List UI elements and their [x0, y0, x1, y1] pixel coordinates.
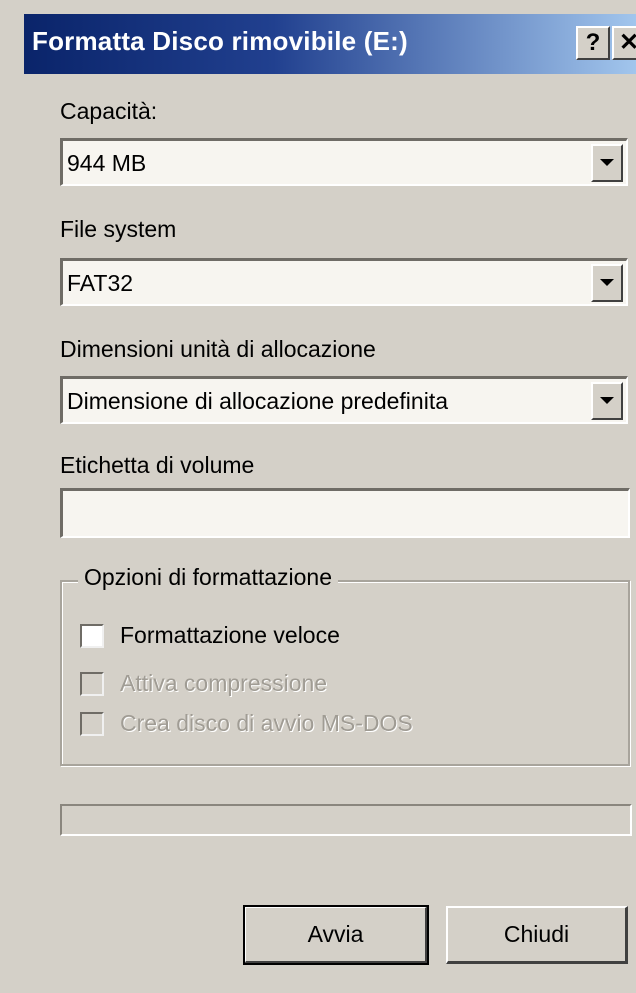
- file-system-label: File system: [60, 216, 177, 242]
- allocation-select[interactable]: Dimensione di allocazione predefinita: [60, 376, 628, 424]
- title-bar[interactable]: Formatta Disco rimovibile (E:) ? ✕: [24, 14, 636, 74]
- compression-checkbox: [80, 672, 104, 696]
- capacity-label: Capacità:: [60, 98, 158, 124]
- format-options-title: Opzioni di formattazione: [78, 564, 339, 591]
- file-system-value: FAT32: [67, 270, 134, 296]
- capacity-select[interactable]: 944 MB: [60, 138, 628, 186]
- chevron-down-icon[interactable]: [591, 144, 623, 182]
- format-progress-bar: [60, 804, 632, 836]
- format-options-group: Opzioni di formattazione Formattazione v…: [60, 564, 630, 766]
- format-dialog: Formatta Disco rimovibile (E:) ? ✕ Capac…: [0, 0, 636, 993]
- boot-disk-label: Crea disco di avvio MS-DOS: [120, 710, 413, 736]
- file-system-select[interactable]: FAT32: [60, 258, 628, 306]
- capacity-value: 944 MB: [67, 150, 147, 176]
- quick-format-label: Formattazione veloce: [120, 622, 340, 648]
- compression-label: Attiva compressione: [120, 670, 328, 696]
- allocation-value: Dimensione di allocazione predefinita: [67, 388, 449, 414]
- help-button[interactable]: ?: [576, 26, 610, 60]
- window-title: Formatta Disco rimovibile (E:): [32, 26, 408, 56]
- volume-label-caption: Etichetta di volume: [60, 452, 255, 478]
- start-button[interactable]: Avvia: [243, 905, 429, 965]
- chevron-down-icon[interactable]: [591, 382, 623, 420]
- volume-label-input[interactable]: [60, 488, 630, 538]
- boot-disk-checkbox: [80, 712, 104, 736]
- close-button[interactable]: Chiudi: [446, 906, 628, 964]
- close-window-button[interactable]: ✕: [612, 26, 636, 60]
- allocation-label: Dimensioni unità di allocazione: [60, 336, 376, 362]
- quick-format-checkbox[interactable]: [80, 624, 104, 648]
- chevron-down-icon[interactable]: [591, 264, 623, 302]
